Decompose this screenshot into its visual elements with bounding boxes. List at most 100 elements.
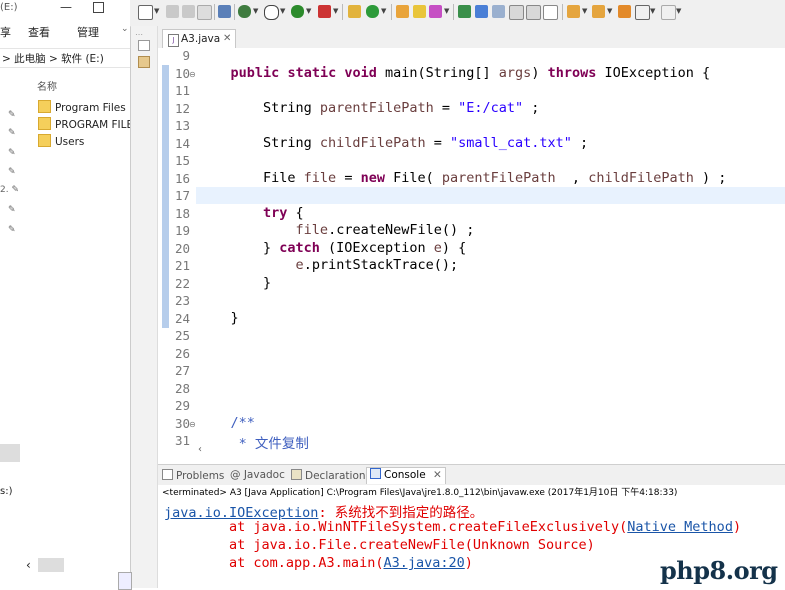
nav-pane-selection[interactable] bbox=[0, 444, 20, 462]
word-wrap-icon[interactable] bbox=[492, 5, 505, 18]
address-bar[interactable]: > 此电脑 > 软件 (E:) bbox=[0, 48, 130, 68]
stack-frame-link[interactable]: A3.java:20 bbox=[383, 555, 464, 571]
drive-label[interactable]: s:) bbox=[0, 486, 12, 497]
pin-icon[interactable]: ✎ bbox=[8, 167, 16, 177]
tab-declaration[interactable]: Declaration bbox=[291, 469, 366, 482]
new-icon[interactable] bbox=[138, 5, 153, 20]
open-type-icon[interactable] bbox=[396, 5, 409, 18]
scroll-left-icon[interactable]: ‹ bbox=[26, 558, 31, 572]
pin-icon[interactable]: ✎ bbox=[8, 205, 16, 215]
line-number: 14 bbox=[174, 135, 190, 151]
current-line-highlight bbox=[196, 187, 785, 204]
stack-frame-link[interactable]: Native Method bbox=[627, 519, 733, 535]
pilcrow-icon[interactable] bbox=[543, 5, 558, 20]
declaration-icon bbox=[291, 469, 302, 480]
next-annotation-icon[interactable] bbox=[567, 5, 580, 18]
save-icon[interactable] bbox=[166, 5, 179, 18]
code-editor[interactable]: 9 10 ⊖ public static void main(String[] ar… bbox=[158, 48, 785, 456]
forward-icon[interactable] bbox=[661, 5, 676, 20]
folder-icon bbox=[38, 117, 51, 130]
toolbar-separator bbox=[562, 4, 563, 20]
tab-console[interactable]: Console ✕ bbox=[366, 467, 446, 484]
tab-javadoc[interactable]: @ Javadoc bbox=[230, 469, 285, 481]
line-number: 26 bbox=[174, 345, 190, 361]
chevron-down-icon[interactable]: ▼ bbox=[650, 7, 655, 15]
chevron-down-icon[interactable]: ▼ bbox=[444, 7, 449, 15]
file-explorer-window: (E:) — 享 查看 管理 ⌄ > 此电脑 > 软件 (E:) 名称 ✎ ✎ … bbox=[0, 0, 131, 588]
minimized-view-icon[interactable] bbox=[118, 572, 132, 590]
folder-item[interactable]: PROGRAM FILES bbox=[38, 117, 130, 131]
new-package-icon[interactable] bbox=[348, 5, 361, 18]
toolbar-separator bbox=[453, 4, 454, 20]
chevron-down-icon[interactable]: ▼ bbox=[381, 7, 386, 15]
breadcrumb: > 此电脑 > 软件 (E:) bbox=[2, 53, 104, 65]
ribbon-tab-view[interactable]: 查看 bbox=[28, 24, 50, 40]
restore-view-icon[interactable] bbox=[138, 40, 150, 51]
fold-icon[interactable]: ⊖ bbox=[189, 70, 196, 79]
chevron-down-icon[interactable]: ▼ bbox=[582, 7, 587, 15]
new-class-icon[interactable] bbox=[366, 5, 379, 18]
open-resource-icon[interactable] bbox=[413, 5, 426, 18]
chevron-down-icon[interactable]: ⌄ bbox=[121, 24, 129, 34]
pin-icon[interactable]: ✎ bbox=[8, 148, 16, 158]
side-trim-bar: ⋯ bbox=[131, 26, 158, 588]
fold-icon[interactable]: ⊖ bbox=[189, 420, 196, 429]
close-icon[interactable]: ✕ bbox=[433, 469, 442, 481]
annotation-icon[interactable] bbox=[458, 5, 471, 18]
chevron-down-icon[interactable]: ▼ bbox=[333, 7, 338, 15]
explorer-ribbon: 享 查看 管理 ⌄ bbox=[0, 24, 130, 42]
code-line: e.printStackTrace(); bbox=[295, 257, 459, 273]
chevron-down-icon[interactable]: ▼ bbox=[607, 7, 612, 15]
save-all-icon[interactable] bbox=[182, 5, 195, 18]
toolbar-separator bbox=[391, 4, 392, 20]
line-number: 24 bbox=[174, 310, 190, 326]
horizontal-scrollbar-thumb[interactable] bbox=[38, 558, 64, 572]
highlight-icon[interactable] bbox=[475, 5, 488, 18]
back-icon[interactable] bbox=[635, 5, 650, 20]
last-edit-icon[interactable] bbox=[618, 5, 631, 18]
line-number: 28 bbox=[174, 380, 190, 396]
drag-handle[interactable]: ⋯ bbox=[135, 30, 143, 39]
folder-icon bbox=[38, 134, 51, 147]
ribbon-tab-manage[interactable]: 管理 bbox=[77, 24, 99, 40]
chevron-down-icon[interactable]: ▼ bbox=[306, 7, 311, 15]
chevron-down-icon[interactable]: ▼ bbox=[154, 7, 159, 15]
debug-icon[interactable] bbox=[238, 5, 251, 18]
show-whitespace-icon[interactable] bbox=[526, 5, 541, 20]
toggle-mark-icon[interactable] bbox=[218, 5, 231, 18]
minimize-icon[interactable]: — bbox=[60, 0, 72, 14]
pin-icon[interactable]: ✎ bbox=[8, 110, 16, 120]
block-select-icon[interactable] bbox=[509, 5, 524, 20]
tab-a3-java[interactable]: J A3.java ✕ bbox=[162, 29, 236, 49]
chevron-down-icon[interactable]: ▼ bbox=[676, 7, 681, 15]
run-as-icon[interactable] bbox=[291, 5, 304, 18]
external-tools-icon[interactable] bbox=[318, 5, 331, 18]
code-line: * 文件复制 bbox=[230, 436, 309, 452]
toolbar-separator bbox=[342, 4, 343, 20]
scroll-left-icon[interactable]: ‹ bbox=[198, 444, 202, 455]
ribbon-tab-share[interactable]: 享 bbox=[0, 24, 11, 40]
pin-icon[interactable]: ✎ bbox=[8, 225, 16, 235]
line-number: 13 bbox=[174, 118, 190, 133]
console-line: at com.app.A3.main(A3.java:20) bbox=[164, 555, 473, 571]
tab-problems[interactable]: Problems bbox=[162, 469, 224, 482]
run-icon[interactable] bbox=[264, 5, 279, 20]
prev-annotation-icon[interactable] bbox=[592, 5, 605, 18]
package-explorer-icon[interactable] bbox=[138, 56, 150, 68]
column-header-name[interactable]: 名称 bbox=[37, 78, 57, 93]
pin-icon[interactable]: ✎ bbox=[8, 128, 16, 138]
chevron-down-icon[interactable]: ▼ bbox=[280, 7, 285, 15]
folder-item[interactable]: Users bbox=[38, 134, 84, 148]
search-icon[interactable] bbox=[429, 5, 442, 18]
line-number: 20 bbox=[174, 240, 190, 256]
line-number: 10 bbox=[174, 65, 190, 81]
line-number: 30 bbox=[174, 415, 190, 431]
chevron-down-icon[interactable]: ▼ bbox=[253, 7, 258, 15]
close-icon[interactable]: ✕ bbox=[223, 33, 231, 44]
folder-item[interactable]: Program Files bbox=[38, 100, 126, 114]
line-number: 29 bbox=[174, 398, 190, 413]
folder-icon bbox=[38, 100, 51, 113]
maximize-icon[interactable] bbox=[93, 2, 104, 13]
print-icon[interactable] bbox=[197, 5, 212, 20]
toolbar-separator bbox=[234, 4, 235, 20]
